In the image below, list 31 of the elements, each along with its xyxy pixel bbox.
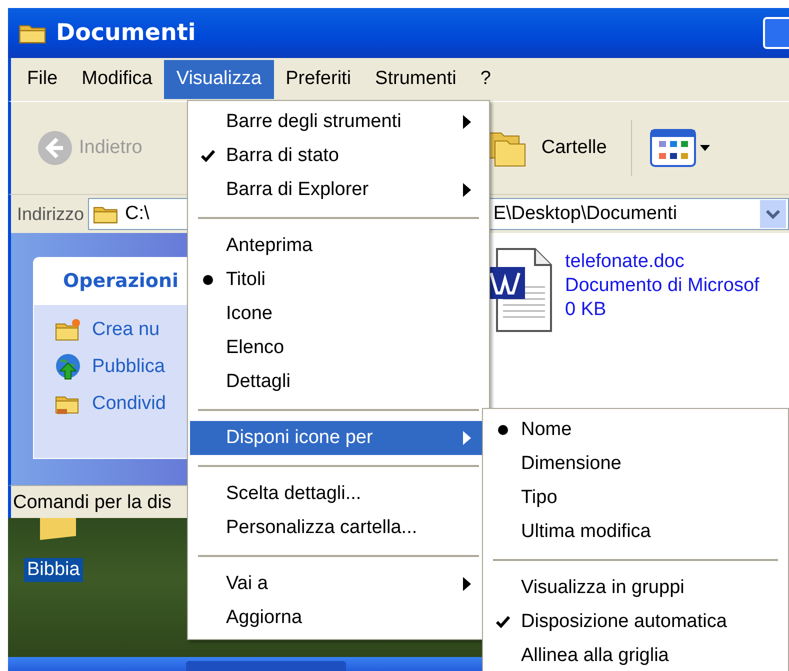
menu-item[interactable]: Elenco: [190, 331, 487, 365]
menu-bar-item[interactable]: Strumenti: [363, 60, 468, 99]
dropdown-button[interactable]: [760, 200, 786, 228]
menu-bar-item[interactable]: Modifica: [70, 60, 164, 99]
file-size: 0 KB: [565, 299, 608, 321]
menu-bar-item[interactable]: File: [15, 60, 70, 99]
menu-bar-item[interactable]: Preferiti: [274, 60, 364, 99]
menu-item[interactable]: Dimensione: [485, 447, 786, 481]
file-name[interactable]: telefonate.doc: [565, 251, 760, 273]
menu-item[interactable]: Ultima modifica: [485, 515, 786, 549]
window-title: Documenti: [56, 20, 196, 46]
menu-item[interactable]: Barre degli strumenti: [190, 105, 487, 139]
views-icon: [650, 129, 696, 167]
menu-item[interactable]: Allinea alla griglia: [485, 639, 786, 671]
menu-item[interactable]: Nome: [485, 413, 786, 447]
title-bar-button[interactable]: [763, 17, 789, 49]
menu-item[interactable]: Dettagli: [190, 365, 487, 399]
task-link[interactable]: Condivid: [92, 393, 166, 415]
address-label: Indirizzo: [16, 204, 84, 224]
chevron-down-icon: [766, 210, 780, 218]
menu-item[interactable]: Disposizione automatica: [485, 605, 786, 639]
menu-bar-item[interactable]: ?: [468, 60, 503, 99]
menu-bar-item[interactable]: Visualizza: [164, 60, 274, 99]
file-type: Documento di Microsof: [565, 275, 760, 297]
menu-item[interactable]: Barra di Explorer: [190, 173, 487, 207]
caret-icon: [700, 145, 710, 151]
menu-item[interactable]: Visualizza in gruppi: [485, 571, 786, 605]
task-link[interactable]: Pubblica: [92, 356, 165, 378]
desktop-icon-label[interactable]: Bibbia: [24, 558, 83, 582]
task-link[interactable]: Crea nu: [92, 319, 160, 341]
menu-item[interactable]: Barra di stato: [190, 139, 487, 173]
